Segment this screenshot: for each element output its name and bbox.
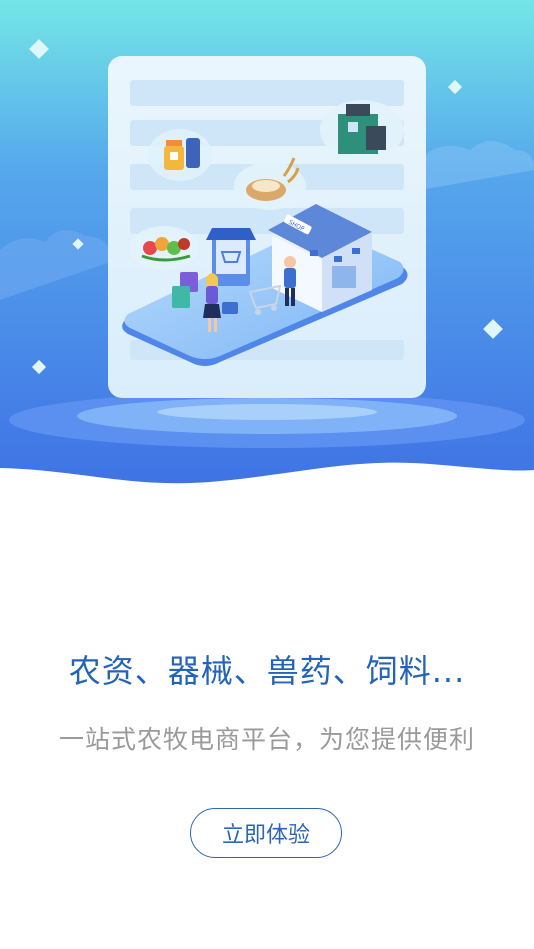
try-now-button[interactable]: 立即体验 bbox=[190, 808, 342, 858]
headline: 农资、器械、兽药、饲料... bbox=[68, 652, 466, 690]
vegetables-icon bbox=[130, 226, 198, 270]
hero-illustration: SHOP bbox=[0, 0, 534, 500]
machine-icon bbox=[320, 100, 404, 160]
medicine-bottle-icon bbox=[148, 129, 212, 181]
water-ripple-inner bbox=[157, 404, 377, 420]
tagline: 一站式农牧电商平台，为您提供便利 bbox=[58, 725, 475, 754]
